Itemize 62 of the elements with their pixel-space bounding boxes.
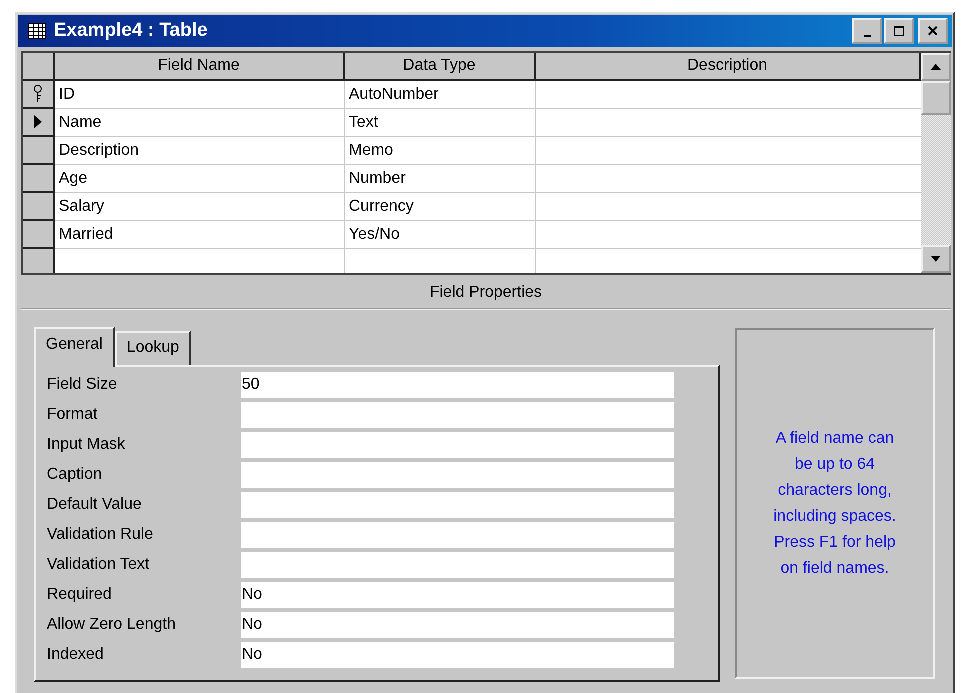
- scroll-thumb[interactable]: [921, 81, 951, 115]
- data-type-cell[interactable]: Text: [345, 109, 536, 137]
- key-icon: [33, 85, 43, 103]
- property-field[interactable]: No: [241, 582, 674, 608]
- down-arrow-icon: [931, 256, 941, 262]
- property-field[interactable]: No: [241, 612, 674, 638]
- property-label: Validation Text: [47, 556, 151, 574]
- table-icon: [28, 23, 46, 39]
- data-type-cell[interactable]: AutoNumber: [345, 81, 536, 109]
- maximize-button[interactable]: [884, 18, 914, 44]
- row-selector[interactable]: [23, 165, 55, 193]
- row-selector[interactable]: [23, 249, 55, 273]
- row-selector[interactable]: [23, 137, 55, 165]
- tab[interactable]: Lookup: [114, 331, 192, 365]
- row-selector[interactable]: [23, 109, 55, 137]
- field-name-cell[interactable]: Salary: [55, 193, 345, 221]
- property-field[interactable]: [241, 402, 674, 428]
- column-header[interactable]: Field Name: [55, 53, 345, 81]
- maximize-icon: [893, 25, 905, 37]
- row-selector[interactable]: [23, 81, 55, 109]
- up-arrow-icon: [931, 64, 941, 70]
- help-text: A field name can be up to 64 characters long, including spaces. Press F1 for help on field names.: [774, 428, 896, 578]
- data-type-cell[interactable]: Memo: [345, 137, 536, 165]
- property-label: Required: [47, 586, 113, 604]
- close-button[interactable]: [918, 18, 948, 44]
- field-name-cell[interactable]: Married: [55, 221, 345, 249]
- current-row-icon: [34, 115, 42, 129]
- property-field[interactable]: No: [241, 642, 674, 668]
- property-label: Field Size: [47, 376, 118, 394]
- vertical-scrollbar[interactable]: [921, 53, 951, 273]
- data-type-cell[interactable]: Yes/No: [345, 221, 536, 249]
- property-field[interactable]: 50: [241, 372, 674, 398]
- column-header[interactable]: Description: [536, 53, 921, 81]
- property-field[interactable]: [241, 432, 674, 458]
- data-type-cell[interactable]: Number: [345, 165, 536, 193]
- scroll-down-button[interactable]: [921, 245, 951, 273]
- property-field[interactable]: [241, 492, 674, 518]
- property-field[interactable]: [241, 522, 674, 548]
- close-icon: [927, 25, 939, 37]
- tab[interactable]: General: [34, 327, 115, 367]
- column-header[interactable]: Data Type: [345, 53, 536, 81]
- property-label: Allow Zero Length: [47, 616, 177, 634]
- field-name-cell[interactable]: Description: [55, 137, 345, 165]
- field-name-cell[interactable]: Age: [55, 165, 345, 193]
- corner-header: [23, 53, 55, 81]
- property-label: Caption: [47, 466, 104, 484]
- property-field[interactable]: [241, 462, 674, 488]
- data-type-cell[interactable]: Currency: [345, 193, 536, 221]
- property-label: Validation Rule: [47, 526, 154, 544]
- scroll-up-button[interactable]: [921, 53, 951, 81]
- field-name-cell[interactable]: ID: [55, 81, 345, 109]
- row-selector[interactable]: [23, 193, 55, 221]
- property-label: Format: [47, 406, 99, 424]
- property-label: Indexed: [47, 646, 105, 664]
- row-selector[interactable]: [23, 221, 55, 249]
- property-field[interactable]: [241, 552, 674, 578]
- section-title: Field Properties: [21, 275, 951, 310]
- property-label: Input Mask: [47, 436, 126, 454]
- field-name-cell[interactable]: Name: [55, 109, 345, 137]
- property-label: Default Value: [47, 496, 143, 514]
- minimize-icon: [864, 34, 870, 36]
- window-title: Example4 : Table: [54, 20, 208, 42]
